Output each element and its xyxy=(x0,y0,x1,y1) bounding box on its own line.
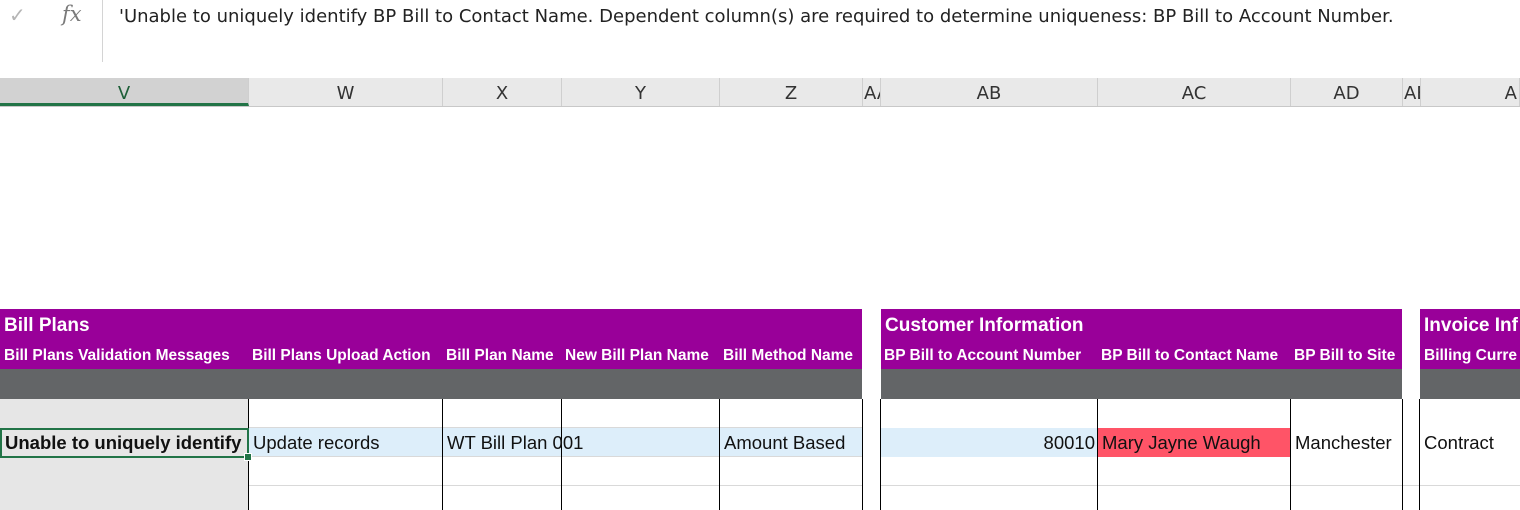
column-header-v[interactable]: V xyxy=(0,78,249,106)
section-title-customer-info: Customer Information xyxy=(885,315,1084,336)
cell-bill-to-contact-name-error[interactable]: Mary Jayne Waugh xyxy=(1098,428,1290,457)
check-icon[interactable]: ✓ xyxy=(9,3,26,27)
formula-bar-input[interactable]: 'Unable to uniquely identify BP Bill to … xyxy=(119,6,1394,27)
column-header-af[interactable]: A xyxy=(1421,78,1520,106)
subheader-billing-currency: Billing Curre xyxy=(1424,347,1518,364)
column-header-ac[interactable]: AC xyxy=(1098,78,1291,106)
cell-bill-to-site[interactable]: Manchester xyxy=(1291,428,1403,457)
formula-bar: ✓ fx 'Unable to uniquely identify BP Bil… xyxy=(0,0,1520,78)
gray-band-customer-info xyxy=(881,369,1402,399)
subheader-bill-method-name: Bill Method Name xyxy=(723,347,854,364)
formula-bar-divider xyxy=(0,62,1520,78)
subheader-bill-to-site: BP Bill to Site xyxy=(1294,347,1396,364)
column-header-ab[interactable]: AB xyxy=(881,78,1098,106)
cell-bill-plan-name[interactable]: WT Bill Plan 001 xyxy=(443,428,720,457)
column-header-ad[interactable]: AD xyxy=(1291,78,1403,106)
column-header-z[interactable]: Z xyxy=(720,78,863,106)
subheader-bill-to-account-number: BP Bill to Account Number xyxy=(884,347,1082,364)
column-header-x[interactable]: X xyxy=(443,78,562,106)
row-line xyxy=(249,485,863,486)
subheader-validation-messages: Bill Plans Validation Messages xyxy=(4,347,230,364)
subheader-bill-plan-name: Bill Plan Name xyxy=(446,347,554,364)
section-title-bill-plans: Bill Plans xyxy=(4,315,90,336)
cell-bill-method-name[interactable]: Amount Based xyxy=(720,428,863,457)
cell-v-active[interactable]: Unable to uniquely identify xyxy=(0,428,249,458)
subheader-new-bill-plan-name: New Bill Plan Name xyxy=(565,347,709,364)
gray-band-invoice-info xyxy=(1420,369,1520,399)
column-headers: V W X Y Z AA AB AC AD AE A xyxy=(0,78,1520,107)
formula-bar-controls: ✓ fx xyxy=(0,0,103,63)
cell-upload-action[interactable]: Update records xyxy=(249,428,443,457)
subheader-bill-to-contact-name: BP Bill to Contact Name xyxy=(1101,347,1279,364)
cell-billing-currency[interactable]: Contract xyxy=(1420,428,1520,457)
subheader-upload-action: Bill Plans Upload Action xyxy=(252,347,431,364)
column-header-y[interactable]: Y xyxy=(562,78,720,106)
spreadsheet-grid: Bill Plans Customer Information Invoice … xyxy=(0,107,1520,510)
section-title-invoice-info: Invoice Inf xyxy=(1424,315,1518,336)
column-header-aa[interactable]: AA xyxy=(863,78,881,106)
column-header-w[interactable]: W xyxy=(249,78,443,106)
gray-band-bill-plans xyxy=(0,369,862,399)
column-header-ae[interactable]: AE xyxy=(1403,78,1421,106)
fx-icon[interactable]: fx xyxy=(62,2,82,26)
cell-bill-to-account-number[interactable]: 80010 xyxy=(881,428,1098,457)
row-line xyxy=(881,485,1520,486)
